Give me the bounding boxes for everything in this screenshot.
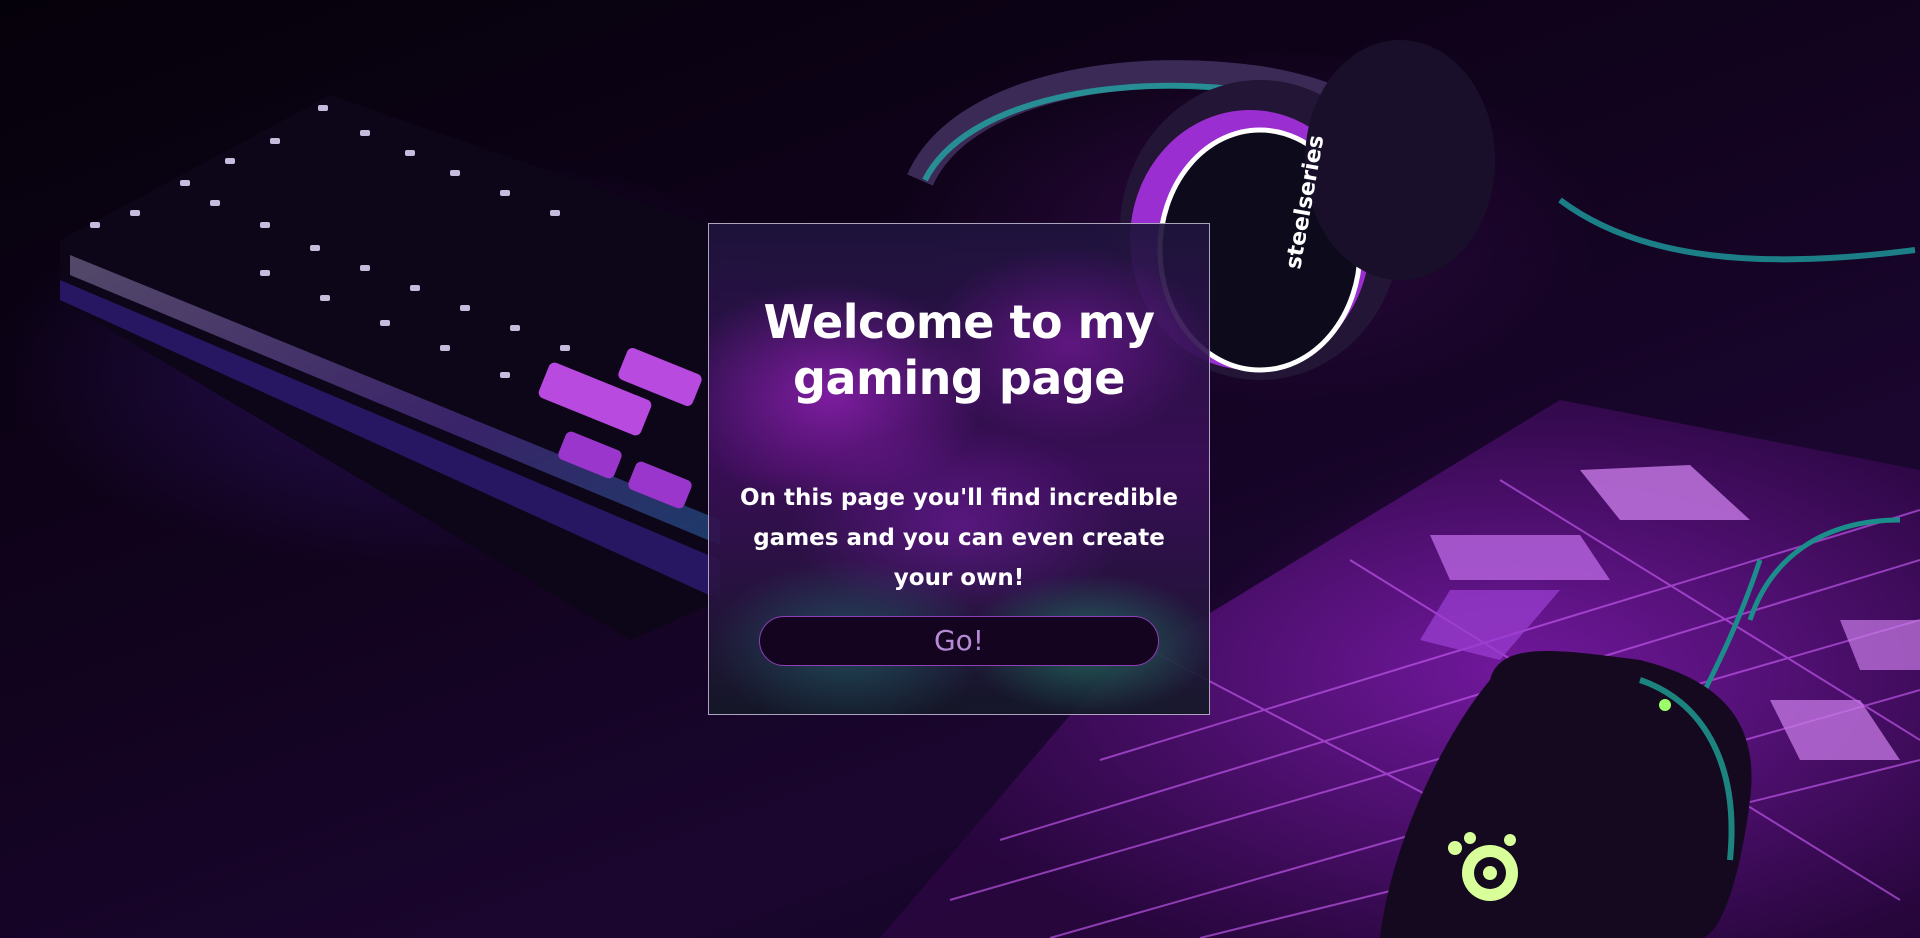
page-title: Welcome to my gaming page: [763, 295, 1155, 405]
welcome-description: On this page you'll find incredible game…: [740, 485, 1178, 591]
keyboard-icon: [60, 95, 720, 640]
go-button[interactable]: Go!: [759, 616, 1159, 666]
welcome-card: Welcome to my gaming page On this page y…: [708, 223, 1210, 715]
page-background: steelseries Welcome to my gaming page On…: [0, 0, 1920, 938]
